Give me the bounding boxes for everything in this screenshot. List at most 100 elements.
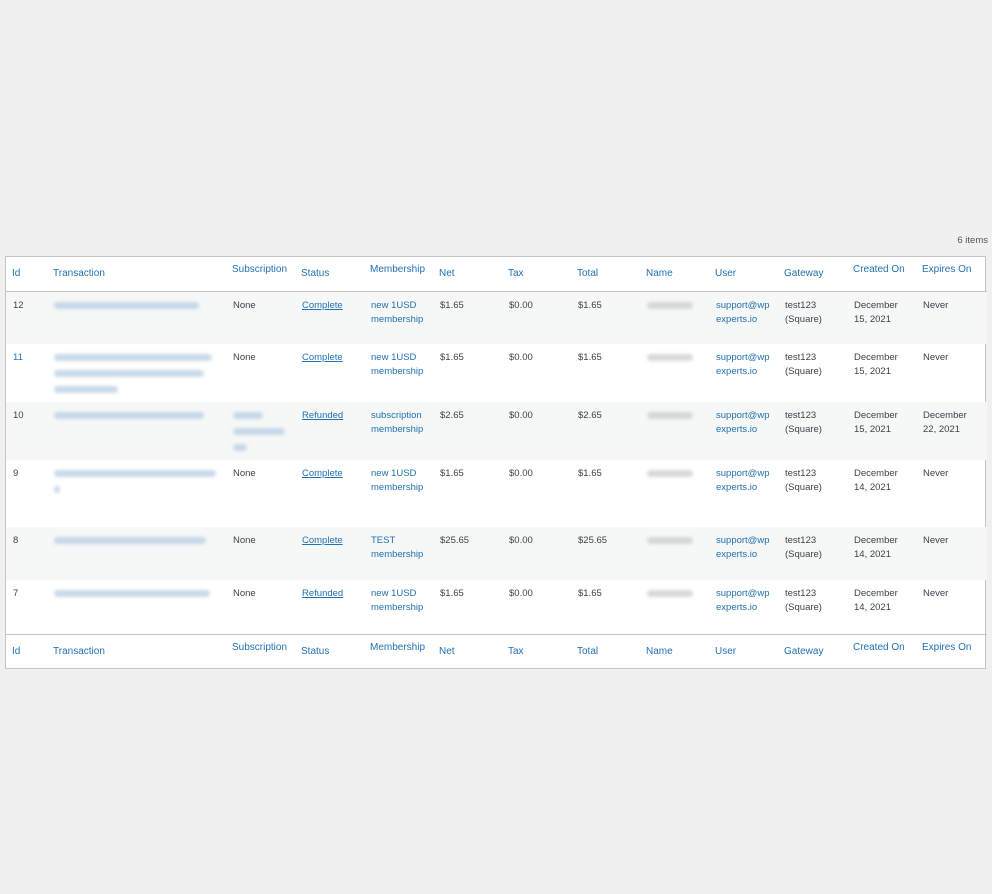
cell-name — [640, 580, 709, 634]
status-link[interactable]: Complete — [302, 468, 343, 479]
cell-tax: $0.00 — [509, 410, 533, 421]
membership-link[interactable]: new 1USD membership — [371, 300, 423, 325]
cell-membership: subscription membership — [364, 402, 433, 460]
redacted-name — [647, 301, 693, 309]
redacted-transaction-id — [54, 412, 204, 419]
column-header-user[interactable]: User — [709, 257, 778, 291]
redacted-name — [647, 412, 693, 419]
cell-net: $1.65 — [440, 352, 464, 363]
cell-name — [640, 344, 709, 402]
column-header-name[interactable]: Name — [640, 257, 709, 291]
cell-id: 8 — [13, 535, 19, 546]
footer-header-expires-on[interactable]: Expires On — [916, 634, 987, 668]
table-row: 9 None Complete new 1USD membership $1.65… — [6, 460, 987, 527]
table-row: 7 None Refunded new 1USD membership $1.65… — [6, 580, 987, 634]
column-header-transaction[interactable]: Transaction — [47, 257, 226, 291]
redacted-subscription — [233, 412, 263, 419]
cell-user: support@wp experts.io — [709, 460, 778, 527]
user-link[interactable]: support@wp experts.io — [716, 588, 769, 613]
cell-gateway: test123 (Square) — [785, 410, 822, 435]
cell-transaction[interactable] — [47, 344, 226, 402]
footer-header-tax[interactable]: Tax — [502, 634, 571, 668]
cell-transaction[interactable] — [47, 527, 226, 580]
cell-created-on: December 15, 2021 — [854, 352, 898, 377]
column-header-expires-on[interactable]: Expires On — [916, 257, 987, 291]
column-header-total[interactable]: Total — [571, 257, 640, 291]
cell-id: 7 — [13, 588, 19, 599]
cell-user: support@wp experts.io — [709, 402, 778, 460]
cell-expires-on: Never — [923, 468, 949, 479]
membership-link[interactable]: new 1USD membership — [371, 352, 423, 377]
cell-created-on: December 14, 2021 — [854, 468, 898, 493]
table-row: 12 None Complete new 1USD membership $1.6… — [6, 291, 987, 344]
user-link[interactable]: support@wp experts.io — [716, 468, 769, 493]
cell-tax: $0.00 — [509, 299, 533, 311]
user-link[interactable]: support@wp experts.io — [716, 410, 769, 435]
item-count: 6 items — [957, 235, 988, 246]
cell-total: $1.65 — [578, 299, 602, 311]
footer-header-gateway[interactable]: Gateway — [778, 634, 847, 668]
cell-id: 9 — [13, 468, 19, 479]
column-header-id[interactable]: Id — [6, 257, 47, 291]
cell-expires-on: Never — [923, 588, 949, 599]
cell-membership: new 1USD membership — [364, 460, 433, 527]
redacted-name — [647, 470, 693, 477]
cell-subscription: None — [233, 535, 256, 546]
cell-gateway: test123 (Square) — [785, 299, 822, 325]
column-header-created-on[interactable]: Created On — [847, 257, 916, 291]
cell-user: support@wp experts.io — [709, 527, 778, 580]
footer-header-name[interactable]: Name — [640, 634, 709, 668]
footer-header-status[interactable]: Status — [295, 634, 364, 668]
redacted-transaction-detail — [54, 370, 204, 377]
membership-link[interactable]: TEST membership — [371, 535, 423, 560]
footer-header-subscription[interactable]: Subscription — [226, 634, 295, 668]
footer-header-user[interactable]: User — [709, 634, 778, 668]
membership-link[interactable]: new 1USD membership — [371, 588, 423, 613]
cell-id: 10 — [13, 410, 24, 421]
redacted-transaction-detail — [54, 486, 60, 493]
cell-membership: new 1USD membership — [364, 580, 433, 634]
column-header-membership[interactable]: Membership — [364, 257, 433, 291]
status-link[interactable]: Refunded — [302, 588, 343, 599]
status-link[interactable]: Complete — [302, 535, 343, 546]
redacted-transaction-detail — [54, 386, 118, 393]
column-header-net[interactable]: Net — [433, 257, 502, 291]
column-header-tax[interactable]: Tax — [502, 257, 571, 291]
cell-total: $1.65 — [578, 588, 602, 599]
membership-link[interactable]: subscription membership — [371, 410, 423, 435]
cell-tax: $0.00 — [509, 352, 533, 363]
cell-user: support@wp experts.io — [709, 291, 778, 344]
column-header-subscription[interactable]: Subscription — [226, 257, 295, 291]
cell-transaction[interactable] — [47, 580, 226, 634]
cell-created-on: December 15, 2021 — [854, 410, 898, 435]
redacted-transaction-id — [54, 590, 210, 597]
footer-header-id[interactable]: Id — [6, 634, 47, 668]
cell-status: Refunded — [295, 580, 364, 634]
status-link[interactable]: Complete — [302, 300, 343, 311]
user-link[interactable]: support@wp experts.io — [716, 300, 769, 325]
footer-header-membership[interactable]: Membership — [364, 634, 433, 668]
cell-transaction[interactable] — [47, 402, 226, 460]
footer-header-net[interactable]: Net — [433, 634, 502, 668]
cell-subscription[interactable] — [226, 402, 295, 460]
user-link[interactable]: support@wp experts.io — [716, 535, 769, 560]
membership-link[interactable]: new 1USD membership — [371, 468, 423, 493]
table-row: 10 Refunded subscription membership $2.65… — [6, 402, 987, 460]
column-header-gateway[interactable]: Gateway — [778, 257, 847, 291]
footer-header-transaction[interactable]: Transaction — [47, 634, 226, 668]
user-link[interactable]: support@wp experts.io — [716, 352, 769, 377]
redacted-transaction-id — [54, 470, 216, 477]
transactions-table-wrapper: Id Transaction Subscription Status Membe… — [5, 256, 987, 669]
footer-header-total[interactable]: Total — [571, 634, 640, 668]
footer-header-created-on[interactable]: Created On — [847, 634, 916, 668]
cell-id: 11 — [13, 352, 23, 363]
cell-gateway: test123 (Square) — [785, 535, 822, 560]
cell-transaction[interactable] — [47, 460, 226, 527]
cell-created-on: December 14, 2021 — [854, 535, 898, 560]
status-link[interactable]: Refunded — [302, 410, 343, 421]
cell-transaction[interactable] — [47, 291, 226, 344]
cell-tax: $0.00 — [509, 468, 533, 479]
cell-net: $1.65 — [440, 299, 464, 311]
column-header-status[interactable]: Status — [295, 257, 364, 291]
status-link[interactable]: Complete — [302, 352, 343, 363]
